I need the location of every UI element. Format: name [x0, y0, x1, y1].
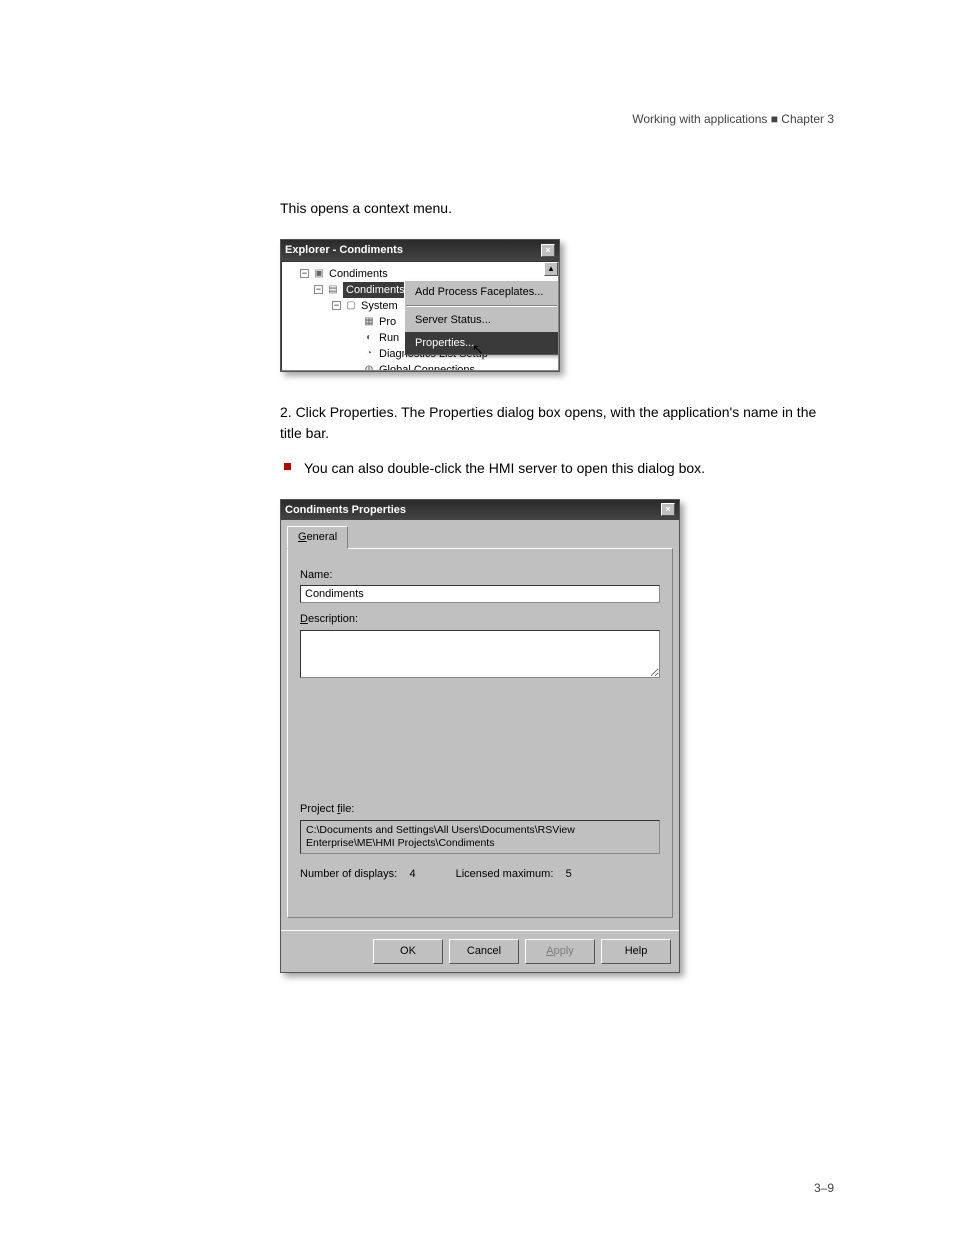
close-icon[interactable]: × [541, 244, 555, 257]
tab-panel-general: Name: Description: Project file: C:\Docu… [287, 548, 673, 918]
tree-item[interactable]: ◍ Global Connections [288, 362, 558, 371]
tab-strip: General [287, 526, 673, 549]
licensed-stat: Licensed maximum: 5 [456, 866, 572, 883]
scroll-up-icon[interactable]: ▲ [544, 262, 558, 276]
licensed-value: 5 [566, 868, 572, 880]
explorer-title: Explorer - Condiments [285, 242, 403, 259]
menu-separator [406, 305, 557, 307]
propdlg-titlebar[interactable]: Condiments Properties × [281, 500, 679, 521]
displays-stat: Number of displays: 4 [300, 866, 416, 883]
tab-general[interactable]: General [287, 526, 348, 549]
settings-icon: ▦ [362, 316, 376, 328]
name-input[interactable] [300, 585, 660, 603]
step-2-text: 2. Click Properties. The Properties dial… [280, 402, 834, 444]
app-icon: ▣ [312, 268, 326, 280]
run-icon: ◐ [362, 332, 376, 344]
tab-label-rest: eneral [307, 531, 338, 543]
name-label: Name: [300, 567, 660, 584]
expander-icon[interactable]: − [332, 301, 341, 310]
menu-item-properties[interactable]: Properties... [405, 332, 558, 355]
description-label: Description: [300, 611, 660, 628]
page-number: 3–9 [814, 1181, 834, 1195]
lead-in-text: This opens a context menu. [280, 198, 834, 219]
tree-item-label: Global Connections [379, 362, 475, 371]
close-icon[interactable]: × [661, 503, 675, 516]
projfile-value: C:\Documents and Settings\All Users\Docu… [300, 820, 660, 854]
menu-item-add-faceplates[interactable]: Add Process Faceplates... [405, 281, 558, 304]
tree-item-label: Run [379, 330, 399, 346]
help-button[interactable]: Help [601, 939, 671, 964]
propdlg-title: Condiments Properties [285, 502, 406, 519]
header-right: Working with applications ■ Chapter 3 [120, 110, 834, 128]
description-input[interactable] [300, 630, 660, 678]
clock-icon: ◔ [362, 348, 376, 360]
folder-icon: ▢ [344, 300, 358, 312]
licensed-label: Licensed maximum: [456, 868, 554, 880]
expander-icon[interactable]: − [314, 285, 323, 294]
tree-hmi-label: Condiments [343, 282, 408, 298]
context-menu: Add Process Faceplates... Server Status.… [404, 280, 559, 356]
tree-root-label: Condiments [329, 266, 388, 282]
square-bullet-icon [284, 463, 291, 470]
properties-dialog: Condiments Properties × General Name: De… [280, 499, 680, 973]
displays-label: Number of displays: [300, 868, 397, 880]
expander-icon[interactable]: − [300, 269, 309, 278]
note-text: You can also double-click the HMI server… [304, 460, 705, 476]
explorer-titlebar[interactable]: Explorer - Condiments × [281, 240, 559, 261]
server-icon: ▤ [326, 284, 340, 296]
propdlg-body: General Name: Description: Project file:… [281, 520, 679, 930]
dialog-button-row: OK Cancel Apply Help [281, 930, 679, 972]
explorer-window: Explorer - Condiments × ▲ − ▣ Condiments… [280, 239, 560, 372]
displays-value: 4 [409, 868, 415, 880]
projfile-label: Project file: [300, 801, 660, 818]
ok-button[interactable]: OK [373, 939, 443, 964]
note-bullet: You can also double-click the HMI server… [304, 458, 834, 479]
tree-system-label: System [361, 298, 398, 314]
globe-icon: ◍ [362, 364, 376, 371]
page-header: Working with applications ■ Chapter 3 [120, 110, 834, 128]
explorer-body: ▲ − ▣ Condiments − ▤ Condiments − ▢ Syst… [281, 261, 559, 371]
tree-item-label: Pro [379, 314, 396, 330]
cancel-button[interactable]: Cancel [449, 939, 519, 964]
apply-button[interactable]: Apply [525, 939, 595, 964]
menu-item-server-status[interactable]: Server Status... [405, 309, 558, 332]
